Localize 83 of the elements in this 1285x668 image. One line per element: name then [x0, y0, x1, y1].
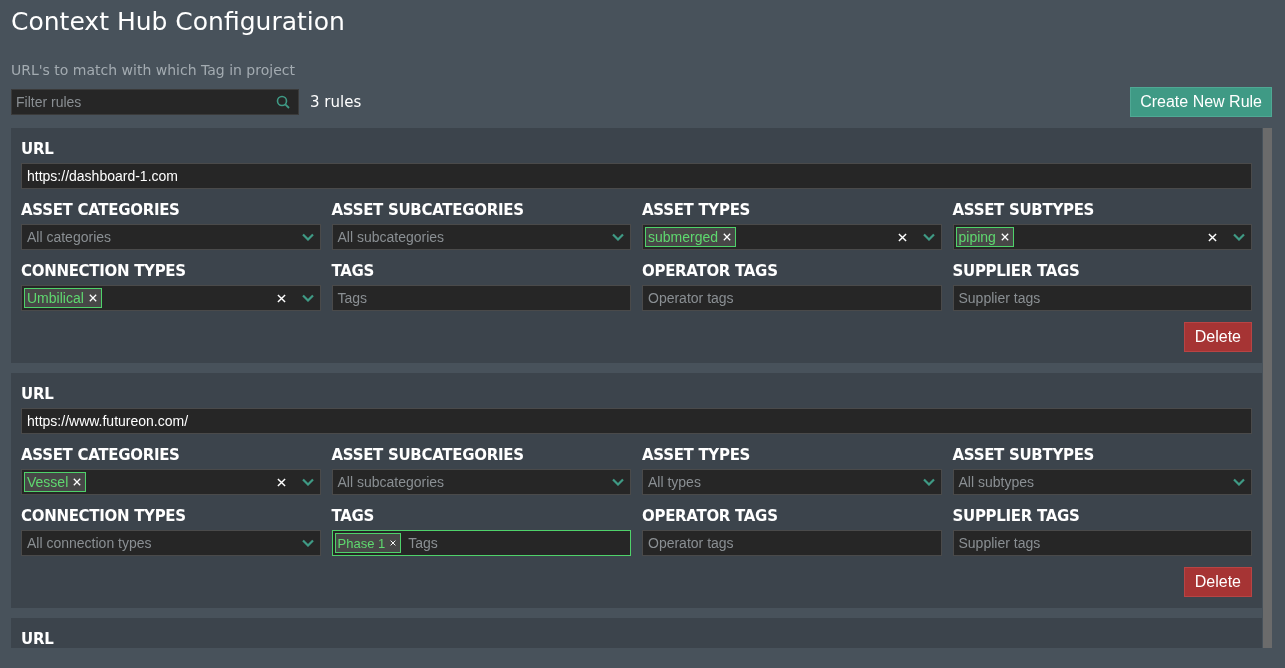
close-icon[interactable]	[88, 294, 97, 302]
chevron-down-icon[interactable]	[612, 478, 624, 486]
tag-chip[interactable]: submerged	[645, 227, 737, 247]
dropdown[interactable]: All subcategories	[331, 469, 631, 495]
scrollbar[interactable]	[1263, 128, 1272, 648]
close-icon[interactable]	[276, 477, 286, 487]
chevron-down-icon[interactable]	[1233, 478, 1245, 486]
chevron-down-icon[interactable]	[301, 294, 314, 302]
placeholder-text: Tags	[336, 290, 369, 306]
placeholder-text: Filter rules	[16, 94, 83, 110]
close-icon[interactable]	[723, 233, 732, 241]
placeholder-text: Supplier tags	[957, 290, 1042, 306]
dropdown[interactable]: All connection types	[21, 530, 321, 556]
url-field[interactable]: https://dashboard-1.com	[21, 163, 1252, 189]
chevron-down-icon[interactable]	[1233, 233, 1245, 241]
url-field[interactable]: https://www.futureon.com/	[21, 408, 1252, 434]
placeholder-text: Operator tags	[647, 290, 735, 306]
tag-input[interactable]: Supplier tags	[952, 285, 1252, 311]
delete-button[interactable]: Delete	[1183, 567, 1252, 597]
tag-input[interactable]: Operator tags	[642, 530, 942, 556]
dropdown[interactable]: Umbilical	[21, 285, 321, 311]
field-label: TAGS	[331, 507, 376, 525]
field-label: ASSET SUBCATEGORIES	[331, 201, 525, 219]
tag-input[interactable]: Tags	[331, 285, 631, 311]
search-icon[interactable]	[276, 95, 290, 109]
field-label: CONNECTION TYPES	[21, 507, 187, 525]
field-label: SUPPLIER TAGS	[952, 507, 1081, 525]
field-label: ASSET SUBTYPES	[952, 201, 1096, 219]
field-label: OPERATOR TAGS	[642, 507, 779, 525]
create-rule-button[interactable]: Create New Rule	[1130, 87, 1272, 117]
tag-input[interactable]: Supplier tags	[952, 530, 1252, 556]
field-label: ASSET SUBTYPES	[952, 446, 1096, 464]
field-label: ASSET TYPES	[642, 201, 752, 219]
placeholder-text: All subcategories	[336, 229, 446, 245]
field-label: URL	[21, 140, 55, 158]
rule-count: 3 rules	[310, 93, 362, 111]
field-label: CONNECTION TYPES	[21, 262, 187, 280]
dropdown[interactable]: Vessel	[21, 469, 321, 495]
close-icon[interactable]	[276, 293, 286, 303]
dropdown[interactable]: All categories	[21, 224, 321, 250]
delete-button[interactable]: Delete	[1183, 322, 1252, 352]
chevron-down-icon[interactable]	[612, 233, 624, 241]
dropdown[interactable]: submerged	[642, 224, 942, 250]
close-icon[interactable]	[897, 232, 907, 242]
chevron-down-icon[interactable]	[301, 478, 314, 486]
chevron-down-icon[interactable]	[922, 478, 935, 486]
field-label: URL	[21, 630, 55, 648]
tag-chip[interactable]: piping	[955, 227, 1014, 247]
field-label: ASSET CATEGORIES	[21, 446, 181, 464]
dropdown[interactable]: All subtypes	[952, 469, 1252, 495]
tag-chip[interactable]: Umbilical	[24, 288, 102, 308]
tag-chip[interactable]: Vessel	[24, 472, 87, 492]
placeholder-text: Tags	[407, 535, 439, 551]
field-label: TAGS	[331, 262, 376, 280]
dropdown[interactable]: All types	[642, 469, 942, 495]
close-icon[interactable]	[1000, 233, 1009, 241]
dropdown[interactable]: piping	[952, 224, 1252, 250]
field-label: SUPPLIER TAGS	[952, 262, 1081, 280]
close-icon[interactable]	[1208, 232, 1217, 242]
tag-chip[interactable]: Phase 1	[334, 533, 402, 553]
field-label: URL	[21, 385, 55, 403]
page-subtitle: URL's to match with which Tag in project	[11, 61, 295, 80]
page-title: Context Hub Configuration	[11, 6, 345, 38]
placeholder-text: All connection types	[26, 535, 153, 551]
filter-field[interactable]: Filter rules	[11, 89, 299, 115]
field-label: ASSET SUBCATEGORIES	[331, 446, 525, 464]
chevron-down-icon[interactable]	[301, 233, 314, 241]
placeholder-text: All categories	[26, 229, 113, 245]
field-label: ASSET CATEGORIES	[21, 201, 181, 219]
placeholder-text: All subtypes	[957, 474, 1035, 490]
close-icon[interactable]	[73, 478, 82, 486]
placeholder-text: All subcategories	[336, 474, 446, 490]
chevron-down-icon[interactable]	[301, 539, 314, 547]
placeholder-text: All types	[647, 474, 702, 490]
placeholder-text: Supplier tags	[957, 535, 1042, 551]
field-label: ASSET TYPES	[642, 446, 752, 464]
tag-input[interactable]: Operator tags	[642, 285, 942, 311]
close-icon[interactable]	[390, 540, 397, 546]
chevron-down-icon[interactable]	[922, 233, 935, 241]
dropdown[interactable]: All subcategories	[331, 224, 631, 250]
placeholder-text: Operator tags	[647, 535, 735, 551]
tag-input[interactable]: Phase 1 Tags	[331, 530, 631, 556]
field-label: OPERATOR TAGS	[642, 262, 779, 280]
